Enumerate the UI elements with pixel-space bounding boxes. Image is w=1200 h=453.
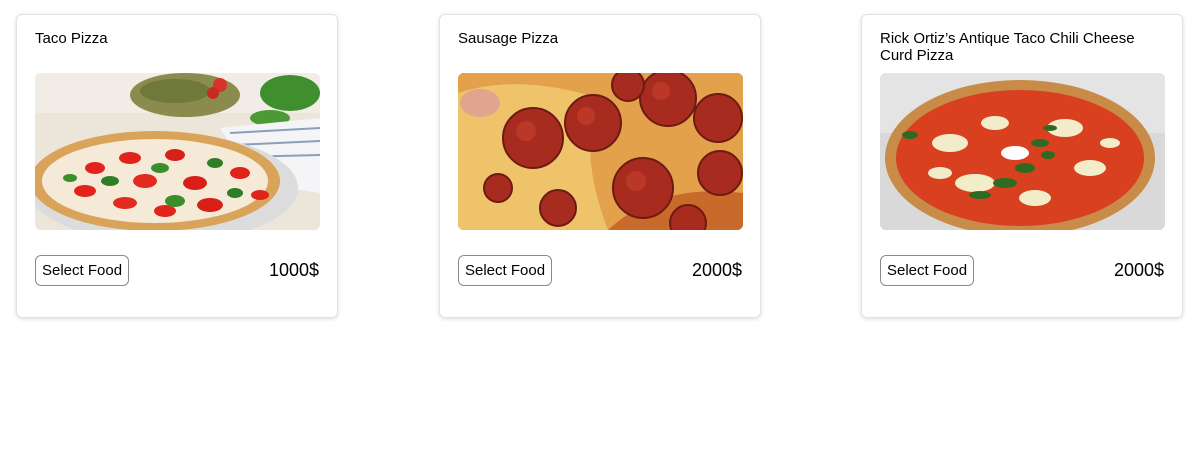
neapolitan-pizza-photo (880, 73, 1165, 230)
select-food-button[interactable]: Select Food (35, 255, 130, 286)
food-card: Taco Pizza Select Food 1000$ (16, 14, 338, 318)
food-title: Rick Ortiz’s Antique Taco Chili Cheese C… (880, 30, 1135, 64)
food-title: Sausage Pizza (458, 30, 559, 47)
select-food-button[interactable]: Select Food (880, 255, 975, 286)
food-price: 2000$ (691, 260, 742, 280)
food-price: 2000$ (1113, 260, 1164, 280)
food-card: Sausage Pizza Select Food 2000$ (439, 14, 761, 318)
food-card: Rick Ortiz’s Antique Taco Chili Cheese C… (861, 14, 1183, 318)
food-image (35, 73, 320, 230)
food-grid: Taco Pizza Select Food 1000$ Sausage Piz… (0, 0, 1200, 453)
food-price: 1000$ (268, 260, 319, 280)
food-image (880, 73, 1165, 230)
pepperoni-pizza-photo (458, 73, 743, 230)
food-image (458, 73, 743, 230)
select-food-button[interactable]: Select Food (458, 255, 553, 286)
margherita-pizza-photo (35, 73, 320, 230)
food-title: Taco Pizza (35, 30, 108, 47)
